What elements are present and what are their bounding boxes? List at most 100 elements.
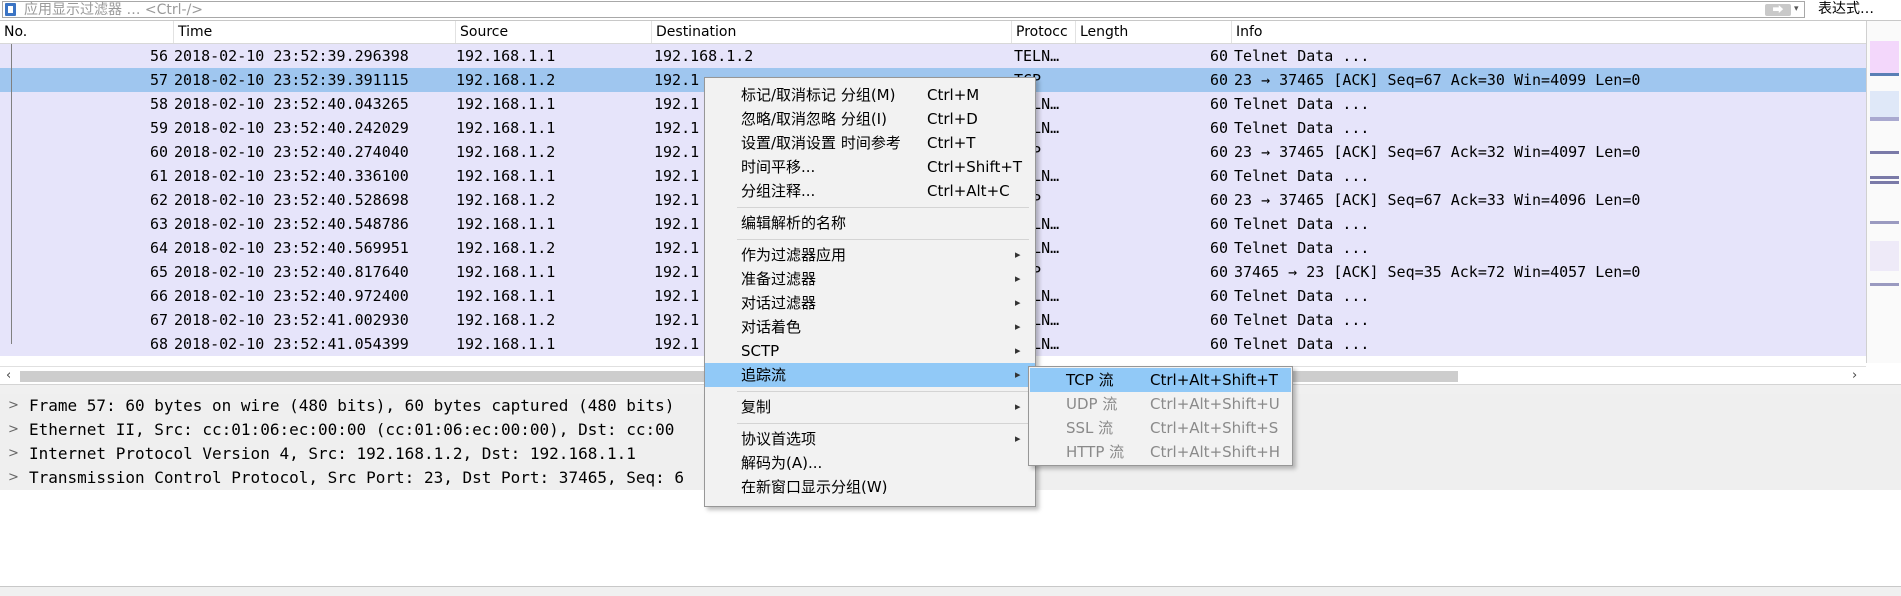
related-packet-line <box>11 44 12 344</box>
menu-item-time-shift[interactable]: 时间平移... Ctrl+Shift+T <box>705 155 1035 179</box>
menu-separator <box>737 207 1029 208</box>
expression-button[interactable]: 表达式… <box>1812 0 1880 19</box>
packet-number: 65 <box>149 263 168 281</box>
packet-length: 60 <box>1209 95 1228 113</box>
packet-length: 60 <box>1209 239 1228 257</box>
packet-info: Telnet Data ... <box>1234 311 1370 329</box>
packet-info: 23 → 37465 [ACK] Seq=67 Ack=30 Win=4099 … <box>1234 71 1641 89</box>
triangle-right-icon: ▸ <box>1015 272 1021 285</box>
packet-source: 192.168.1.1 <box>456 263 556 281</box>
packet-length: 60 <box>1209 71 1228 89</box>
menu-item-protocol-preferences[interactable]: 协议首选项 ▸ <box>705 427 1035 451</box>
packet-number: 64 <box>149 239 168 257</box>
column-header-destination[interactable]: Destination <box>652 21 1012 43</box>
menu-item-follow-stream[interactable]: 追踪流 ▸ <box>705 363 1035 387</box>
packet-source: 192.168.1.2 <box>456 143 556 161</box>
triangle-right-icon: ▸ <box>1015 296 1021 309</box>
packet-source: 192.168.1.1 <box>456 287 556 305</box>
packet-time: 2018-02-10 23:52:40.569951 <box>174 239 409 257</box>
column-header-protocol[interactable]: Protocc <box>1012 21 1076 43</box>
menu-item-decode-as[interactable]: 解码为(A)... <box>705 451 1035 475</box>
bookmark-icon[interactable] <box>5 3 16 16</box>
menu-item-prepare-filter[interactable]: 准备过滤器 ▸ <box>705 267 1035 291</box>
menu-item-show-in-new-window[interactable]: 在新窗口显示分组(W) <box>705 475 1035 499</box>
menu-item-packet-comment[interactable]: 分组注释... Ctrl+Alt+C <box>705 179 1035 203</box>
packet-length: 60 <box>1209 119 1228 137</box>
packet-row[interactable]: 56 2018-02-10 23:52:39.296398 192.168.1.1 1… <box>0 44 1866 68</box>
packet-info: Telnet Data ... <box>1234 335 1370 353</box>
follow-stream-submenu: TCP 流 Ctrl+Alt+Shift+T UDP 流 Ctrl+Alt+Sh… <box>1028 366 1293 466</box>
packet-info: Telnet Data ... <box>1234 47 1370 65</box>
packet-number: 56 <box>149 47 168 65</box>
packet-length: 60 <box>1209 167 1228 185</box>
triangle-right-icon: ▸ <box>1015 344 1021 357</box>
column-header-time[interactable]: Time <box>174 21 456 43</box>
packet-source: 192.168.1.2 <box>456 311 556 329</box>
packet-number: 58 <box>149 95 168 113</box>
packet-length: 60 <box>1209 263 1228 281</box>
submenu-item-http-stream[interactable]: HTTP 流 Ctrl+Alt+Shift+H <box>1030 440 1291 464</box>
packet-number: 57 <box>149 71 168 89</box>
packet-source: 192.168.1.2 <box>456 191 556 209</box>
packet-number: 63 <box>149 215 168 233</box>
packet-time: 2018-02-10 23:52:39.296398 <box>174 47 409 65</box>
packet-minimap[interactable] <box>1866 21 1901 363</box>
scroll-right-icon[interactable]: › <box>1852 367 1857 385</box>
menu-item-conversation-filter[interactable]: 对话过滤器 ▸ <box>705 291 1035 315</box>
submenu-item-udp-stream[interactable]: UDP 流 Ctrl+Alt+Shift+U <box>1030 392 1291 416</box>
packet-time: 2018-02-10 23:52:40.043265 <box>174 95 409 113</box>
menu-item-apply-as-filter[interactable]: 作为过滤器应用 ▸ <box>705 243 1035 267</box>
packet-source: 192.168.1.1 <box>456 335 556 353</box>
submenu-item-ssl-stream[interactable]: SSL 流 Ctrl+Alt+Shift+S <box>1030 416 1291 440</box>
triangle-right-icon: ▸ <box>1015 368 1021 381</box>
packet-number: 66 <box>149 287 168 305</box>
packet-source: 192.168.1.1 <box>456 47 556 65</box>
column-header-source[interactable]: Source <box>456 21 652 43</box>
packet-source: 192.168.1.1 <box>456 119 556 137</box>
packet-length: 60 <box>1209 143 1228 161</box>
packet-info: 23 → 37465 [ACK] Seq=67 Ack=33 Win=4096 … <box>1234 191 1641 209</box>
chevron-right-icon[interactable]: > <box>8 418 19 442</box>
column-header-no[interactable]: No. <box>0 21 174 43</box>
packet-time: 2018-02-10 23:52:40.274040 <box>174 143 409 161</box>
packet-source: 192.168.1.1 <box>456 215 556 233</box>
packet-length: 60 <box>1209 215 1228 233</box>
chevron-right-icon[interactable]: > <box>8 442 19 466</box>
menu-item-colorize-conversation[interactable]: 对话着色 ▸ <box>705 315 1035 339</box>
packet-time: 2018-02-10 23:52:41.054399 <box>174 335 409 353</box>
packet-time: 2018-02-10 23:52:40.242029 <box>174 119 409 137</box>
scroll-left-icon[interactable]: ‹ <box>6 367 11 385</box>
triangle-right-icon: ▸ <box>1015 248 1021 261</box>
packet-info: Telnet Data ... <box>1234 239 1370 257</box>
chevron-right-icon[interactable]: > <box>8 466 19 490</box>
packet-number: 60 <box>149 143 168 161</box>
menu-item-ignore-packet[interactable]: 忽略/取消忽略 分组(I) Ctrl+D <box>705 107 1035 131</box>
packet-info: Telnet Data ... <box>1234 167 1370 185</box>
menu-item-sctp[interactable]: SCTP ▸ <box>705 339 1035 363</box>
display-filter-bar: 应用显示过滤器 … <Ctrl-/> ⮕ ▾ 表达式… <box>0 0 1901 21</box>
packet-info: Telnet Data ... <box>1234 95 1370 113</box>
packet-info: Telnet Data ... <box>1234 287 1370 305</box>
menu-item-edit-resolved-name[interactable]: 编辑解析的名称 <box>705 211 1035 235</box>
packet-list-header: No. Time Source Destination Protocc Leng… <box>0 21 1866 44</box>
packet-time: 2018-02-10 23:52:41.002930 <box>174 311 409 329</box>
packet-time: 2018-02-10 23:52:40.548786 <box>174 215 409 233</box>
menu-item-time-reference[interactable]: 设置/取消设置 时间参考 Ctrl+T <box>705 131 1035 155</box>
packet-info: 37465 → 23 [ACK] Seq=35 Ack=72 Win=4057 … <box>1234 263 1641 281</box>
packet-time: 2018-02-10 23:52:39.391115 <box>174 71 409 89</box>
apply-filter-arrow-icon[interactable]: ⮕ <box>1765 4 1791 16</box>
triangle-right-icon: ▸ <box>1015 432 1021 445</box>
packet-time: 2018-02-10 23:52:40.336100 <box>174 167 409 185</box>
submenu-item-tcp-stream[interactable]: TCP 流 Ctrl+Alt+Shift+T <box>1030 368 1291 392</box>
context-menu: 标记/取消标记 分组(M) Ctrl+M 忽略/取消忽略 分组(I) Ctrl+… <box>704 77 1036 507</box>
packet-source: 192.168.1.1 <box>456 95 556 113</box>
menu-item-copy[interactable]: 复制 ▸ <box>705 395 1035 419</box>
menu-item-mark-packet[interactable]: 标记/取消标记 分组(M) Ctrl+M <box>705 83 1035 107</box>
display-filter-input[interactable]: 应用显示过滤器 … <Ctrl-/> ⮕ ▾ <box>2 1 1805 18</box>
chevron-right-icon[interactable]: > <box>8 394 19 418</box>
menu-separator <box>737 239 1029 240</box>
chevron-down-icon[interactable]: ▾ <box>1794 4 1799 14</box>
packet-destination: 192.168.1.2 <box>654 47 754 65</box>
column-header-length[interactable]: Length <box>1076 21 1232 43</box>
column-header-info[interactable]: Info <box>1232 21 1866 43</box>
